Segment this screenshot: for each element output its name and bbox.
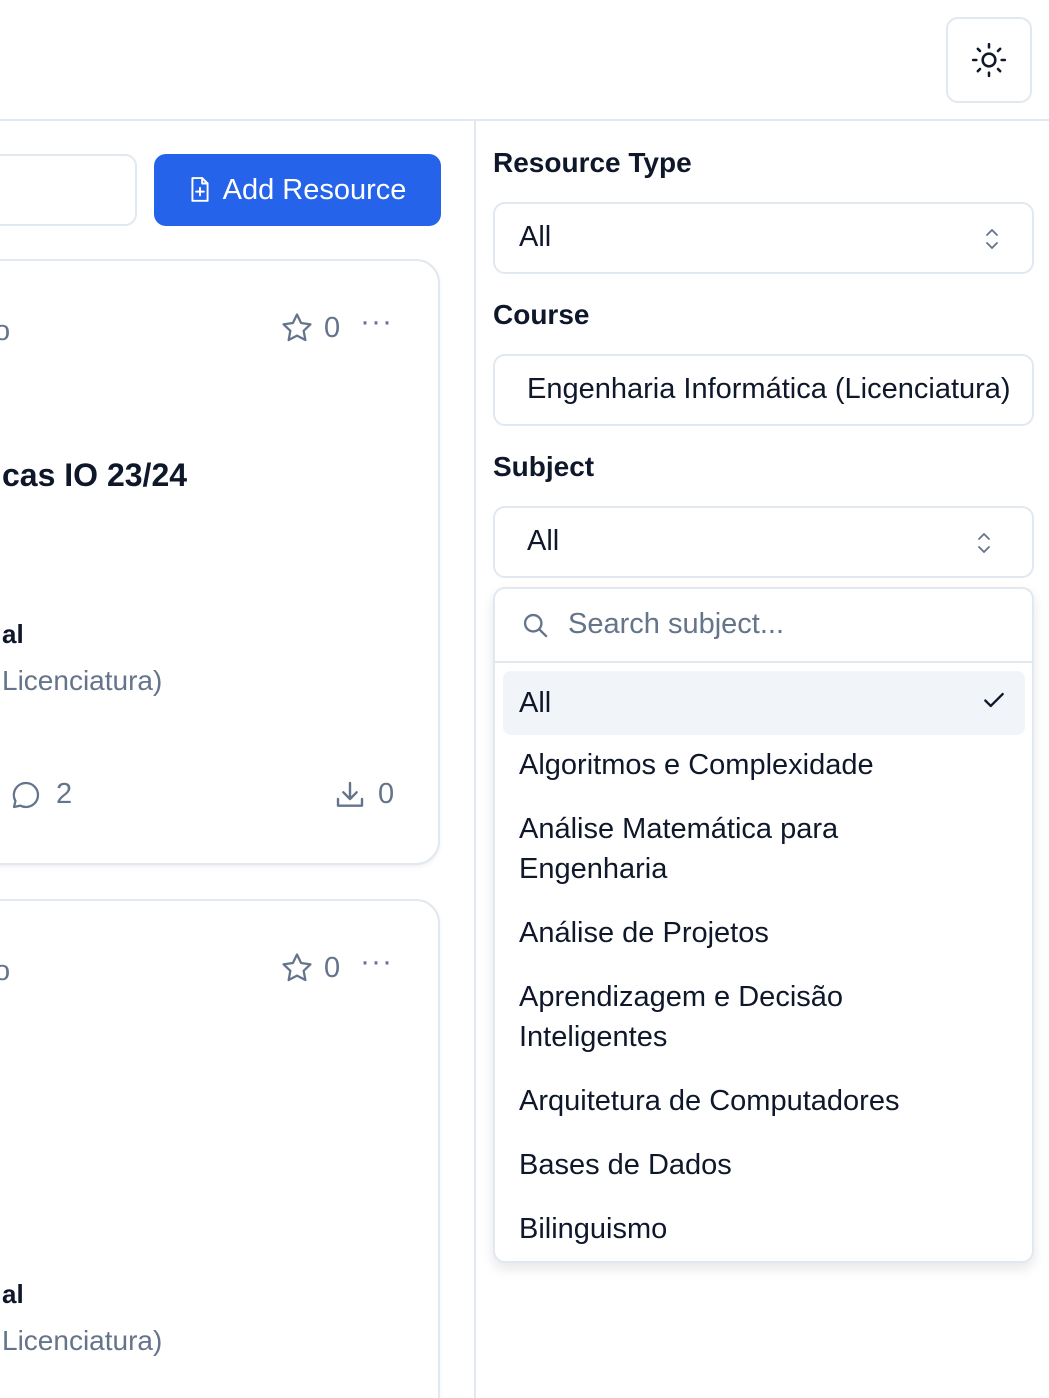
resource-type-label: Resource Type — [493, 147, 692, 178]
favorite-button[interactable]: 0 — [280, 951, 340, 985]
subject-option[interactable]: Bilinguismo — [503, 1209, 1025, 1249]
card-author-stub: o — [0, 955, 11, 987]
subject-option-all[interactable]: All — [503, 671, 1025, 735]
favorite-button[interactable]: 0 — [280, 311, 340, 345]
subject-option[interactable]: Aprendizagem e Decisão Inteligentes — [503, 977, 1025, 1057]
subject-option[interactable]: Algoritmos e Complexidade — [503, 745, 1025, 785]
card-author-stub: o — [0, 315, 11, 347]
subject-search-field[interactable]: Search subject... — [495, 589, 1032, 663]
option-label: Bilinguismo — [519, 1213, 668, 1245]
download-icon — [336, 781, 364, 807]
file-plus-icon — [191, 177, 209, 202]
star-icon — [282, 313, 312, 342]
card-title[interactable]: cas IO 23/24 — [2, 457, 187, 494]
check-icon — [984, 692, 1004, 708]
card-institution: al — [2, 619, 24, 649]
add-resource-button[interactable]: Add Resource — [154, 154, 441, 226]
option-label-line1: Aprendizagem e Decisão — [519, 981, 844, 1013]
more-options-button[interactable]: ··· — [360, 945, 393, 979]
card-course: Licenciatura) — [2, 665, 163, 696]
subject-option[interactable]: Bases de Dados — [503, 1145, 1025, 1185]
course-select[interactable]: Engenharia Informática (Licenciatura) — [493, 354, 1034, 426]
option-label: Bases de Dados — [519, 1149, 732, 1181]
course-value: Engenharia Informática (Licenciatura) — [527, 373, 1011, 405]
search-icon — [523, 613, 548, 638]
resource-type-value: All — [519, 221, 552, 253]
course-label: Course — [493, 299, 590, 330]
star-icon — [282, 953, 312, 982]
resource-list-area: Add Resource o 0 ··· cas IO 23/24 al Lic… — [0, 121, 474, 1398]
subject-option[interactable]: Arquitetura de Computadores — [503, 1081, 1025, 1121]
comments-count[interactable]: 2 — [10, 778, 72, 811]
add-resource-label: Add Resource — [222, 173, 407, 206]
theme-toggle-button[interactable] — [946, 17, 1032, 103]
resource-card[interactable]: o 0 ··· cas IO 23/24 al Licenciatura) 2 … — [0, 259, 440, 865]
subject-label: Subject — [493, 451, 595, 482]
option-label: Algoritmos e Complexidade — [519, 749, 874, 781]
downloads-value: 0 — [378, 778, 395, 810]
comments-value: 2 — [56, 778, 73, 810]
subject-dropdown: Search subject... All Algoritmos e Compl… — [493, 587, 1034, 1263]
search-input[interactable] — [0, 154, 137, 226]
card-course: Licenciatura) — [2, 1325, 163, 1356]
subject-select[interactable]: All — [493, 506, 1034, 578]
more-options-button[interactable]: ··· — [360, 305, 393, 339]
chevron-up-down-icon — [986, 229, 998, 249]
comment-icon — [12, 781, 40, 808]
subject-search-placeholder: Search subject... — [568, 608, 784, 640]
subject-option[interactable]: Análise Matemática para Engenharia — [503, 809, 1025, 889]
resource-card[interactable]: o 0 ··· al Licenciatura) — [0, 899, 440, 1398]
top-bar — [0, 0, 1049, 121]
option-label-line2: Inteligentes — [519, 1021, 668, 1053]
star-count: 0 — [324, 951, 341, 984]
resource-type-select[interactable]: All — [493, 202, 1034, 274]
subject-option[interactable]: Análise de Projetos — [503, 913, 1025, 953]
card-institution: al — [2, 1279, 24, 1309]
filters-sidebar: Resource Type All Course Engenharia Info… — [474, 121, 1049, 1398]
option-label: Arquitetura de Computadores — [519, 1085, 900, 1117]
option-label: Análise de Projetos — [519, 917, 769, 949]
download-button[interactable]: 0 — [334, 778, 394, 811]
sun-icon — [971, 42, 1007, 78]
star-count: 0 — [324, 311, 341, 344]
chevron-up-down-icon — [978, 533, 990, 553]
option-label-line1: Análise Matemática para — [519, 813, 839, 845]
subject-value: All — [527, 525, 560, 557]
option-label: All — [519, 687, 552, 719]
option-label-line2: Engenharia — [519, 853, 668, 885]
